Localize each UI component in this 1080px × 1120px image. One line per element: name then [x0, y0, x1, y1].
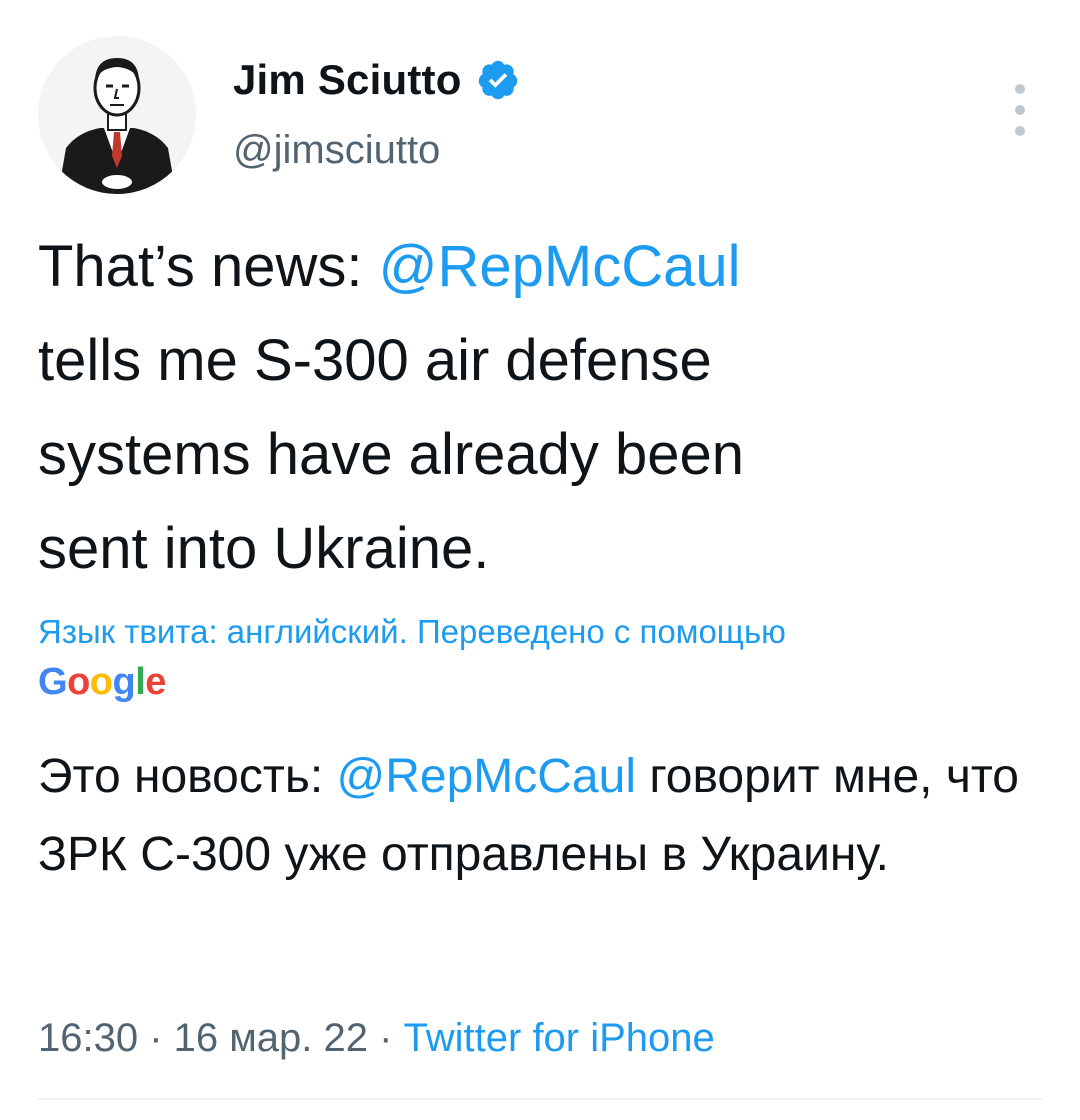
avatar[interactable] — [38, 36, 196, 194]
tweet-text-body: tells me S-300 air defense systems have … — [38, 328, 745, 581]
meta-separator: · — [367, 1016, 404, 1060]
translated-text-prefix: Это новость: — [38, 750, 337, 803]
verified-badge-icon — [478, 60, 517, 100]
tweet-time[interactable]: 16:30 — [38, 1016, 138, 1060]
author-handle[interactable]: @jimsciutto — [233, 128, 440, 173]
author-name-row[interactable]: Jim Sciutto — [233, 52, 520, 108]
avatar-illustration-icon — [38, 36, 196, 194]
more-vertical-icon — [1015, 84, 1025, 94]
tweet-meta: 16:30 · 16 мар. 22 · Twitter for iPhone — [38, 1008, 715, 1068]
translation-note[interactable]: Язык твита: английский. Переведено с пом… — [38, 610, 1048, 654]
translated-mention-link[interactable]: @RepMcCaul — [337, 750, 636, 803]
divider — [38, 1098, 1042, 1100]
translated-text: Это новость: @RepMcCaul говорит мне, что… — [38, 738, 1048, 894]
tweet-source-link[interactable]: Twitter for iPhone — [404, 1016, 715, 1060]
tweet-text: That’s news: @RepMcCaul tells me S-300 a… — [38, 220, 1048, 596]
tweet-date[interactable]: 16 мар. 22 — [174, 1016, 368, 1060]
more-options-button[interactable] — [1006, 84, 1034, 136]
author-display-name[interactable]: Jim Sciutto — [233, 56, 462, 104]
google-logo: Google — [38, 661, 166, 703]
meta-separator: · — [138, 1016, 174, 1060]
tweet-text-prefix: That’s news: — [38, 234, 379, 299]
mention-link[interactable]: @RepMcCaul — [379, 234, 741, 299]
tweet-card: Jim Sciutto @jimsciutto That’s news: @Re… — [0, 0, 1080, 1120]
